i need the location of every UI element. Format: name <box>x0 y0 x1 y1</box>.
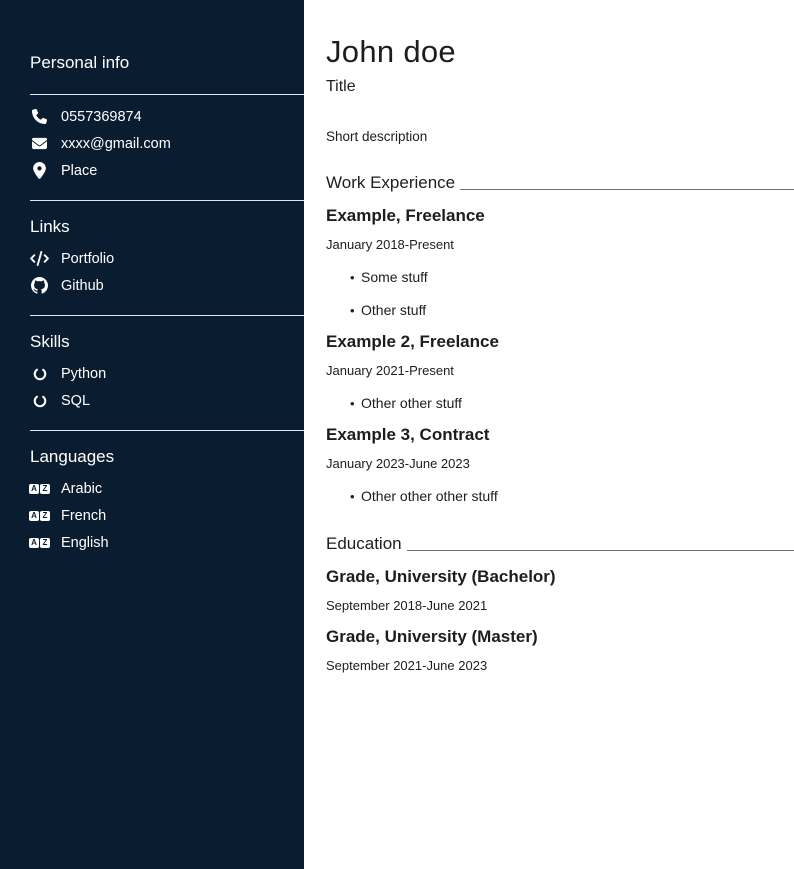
entry-bullet-list: •Other other stuff <box>326 395 794 412</box>
sidebar-section-title: Links <box>30 216 304 237</box>
main-content: John doe Title Short description Work Ex… <box>304 0 794 869</box>
resume-page: Personal info 0557369874 xxxx@gmail.com Pla… <box>0 0 794 869</box>
sidebar-divider <box>30 315 304 316</box>
sidebar-item-portfolio[interactable]: Portfolio <box>0 245 304 272</box>
sidebar-item-label: Place <box>61 163 97 179</box>
sidebar-item-xxxx-gmail-com[interactable]: xxxx@gmail.com <box>0 130 304 157</box>
entry-bullet-list: •Other other other stuff <box>326 488 794 505</box>
section-heading-rule <box>460 189 794 190</box>
entry-title: Example, Freelance <box>326 205 794 226</box>
location-icon <box>30 162 49 179</box>
section-heading-rule <box>407 550 794 551</box>
language-icon: AZ <box>30 484 49 494</box>
code-icon <box>30 251 49 266</box>
sidebar-item-0557369874: 0557369874 <box>0 103 304 130</box>
bullet-text: Other other stuff <box>361 395 462 412</box>
github-icon <box>30 277 49 294</box>
bullet-item: •Other stuff <box>326 302 794 319</box>
circle-notch-icon <box>30 367 49 381</box>
sidebar-item-label: SQL <box>61 393 90 409</box>
sidebar-item-sql: SQL <box>0 387 304 414</box>
bullet-dot-icon: • <box>350 269 361 286</box>
sidebar-item-arabic: AZ Arabic <box>0 475 304 502</box>
entry-title: Example 3, Contract <box>326 424 794 445</box>
entry-date: September 2018-June 2021 <box>326 598 794 614</box>
phone-icon <box>30 109 49 124</box>
sidebar-item-list: AZ Arabic AZ French AZ English <box>0 475 304 556</box>
sidebar-item-label: Arabic <box>61 481 102 497</box>
sidebar-item-label: Python <box>61 366 106 382</box>
sidebar-section-title: Languages <box>30 446 304 467</box>
entry-date: January 2018-Present <box>326 237 794 253</box>
entry-bullet-list: •Some stuff•Other stuff <box>326 269 794 319</box>
section-heading-education: Education <box>326 533 794 554</box>
entry-date: September 2021-June 2023 <box>326 658 794 674</box>
sidebar-item-github[interactable]: Github <box>0 272 304 299</box>
sidebar-section-title: Personal info <box>30 52 304 73</box>
bullet-dot-icon: • <box>350 302 361 319</box>
entry-title: Example 2, Freelance <box>326 331 794 352</box>
sidebar-divider <box>30 94 304 95</box>
entry-title: Grade, University (Bachelor) <box>326 566 794 587</box>
entry-date: January 2021-Present <box>326 363 794 379</box>
sidebar-item-label: English <box>61 535 109 551</box>
sidebar-item-english: AZ English <box>0 529 304 556</box>
entry-title: Grade, University (Master) <box>326 626 794 647</box>
bullet-dot-icon: • <box>350 395 361 412</box>
section-heading-label: Work Experience <box>326 172 455 193</box>
sidebar-item-list: 0557369874 xxxx@gmail.com Place <box>0 103 304 184</box>
bullet-item: •Some stuff <box>326 269 794 286</box>
sidebar-item-label: Github <box>61 278 104 294</box>
person-name: John doe <box>326 34 794 70</box>
sidebar-item-label: French <box>61 508 106 524</box>
bullet-item: •Other other other stuff <box>326 488 794 505</box>
bullet-dot-icon: • <box>350 488 361 505</box>
bullet-text: Other other other stuff <box>361 488 498 505</box>
bullet-text: Some stuff <box>361 269 428 286</box>
envelope-icon <box>30 136 49 151</box>
language-icon: AZ <box>30 511 49 521</box>
section-heading-work-experience: Work Experience <box>326 172 794 193</box>
sidebar-item-label: 0557369874 <box>61 109 142 125</box>
entry-date: January 2023-June 2023 <box>326 456 794 472</box>
person-description: Short description <box>326 129 794 144</box>
sidebar-item-list: Portfolio Github <box>0 245 304 299</box>
sidebar-item-french: AZ French <box>0 502 304 529</box>
sidebar-item-label: Portfolio <box>61 251 114 267</box>
bullet-text: Other stuff <box>361 302 426 319</box>
resume-sections: Work Experience Example, Freelance January… <box>326 172 794 674</box>
sidebar-item-list: Python SQL <box>0 360 304 414</box>
sidebar-divider <box>30 430 304 431</box>
sidebar-divider <box>30 200 304 201</box>
sidebar: Personal info 0557369874 xxxx@gmail.com Pla… <box>0 0 304 869</box>
section-heading-label: Education <box>326 533 402 554</box>
sidebar-item-python: Python <box>0 360 304 387</box>
language-icon: AZ <box>30 538 49 548</box>
sidebar-item-place: Place <box>0 157 304 184</box>
sidebar-section-title: Skills <box>30 331 304 352</box>
bullet-item: •Other other stuff <box>326 395 794 412</box>
sidebar-item-label: xxxx@gmail.com <box>61 136 171 152</box>
person-title: Title <box>326 78 794 96</box>
circle-notch-icon <box>30 394 49 408</box>
